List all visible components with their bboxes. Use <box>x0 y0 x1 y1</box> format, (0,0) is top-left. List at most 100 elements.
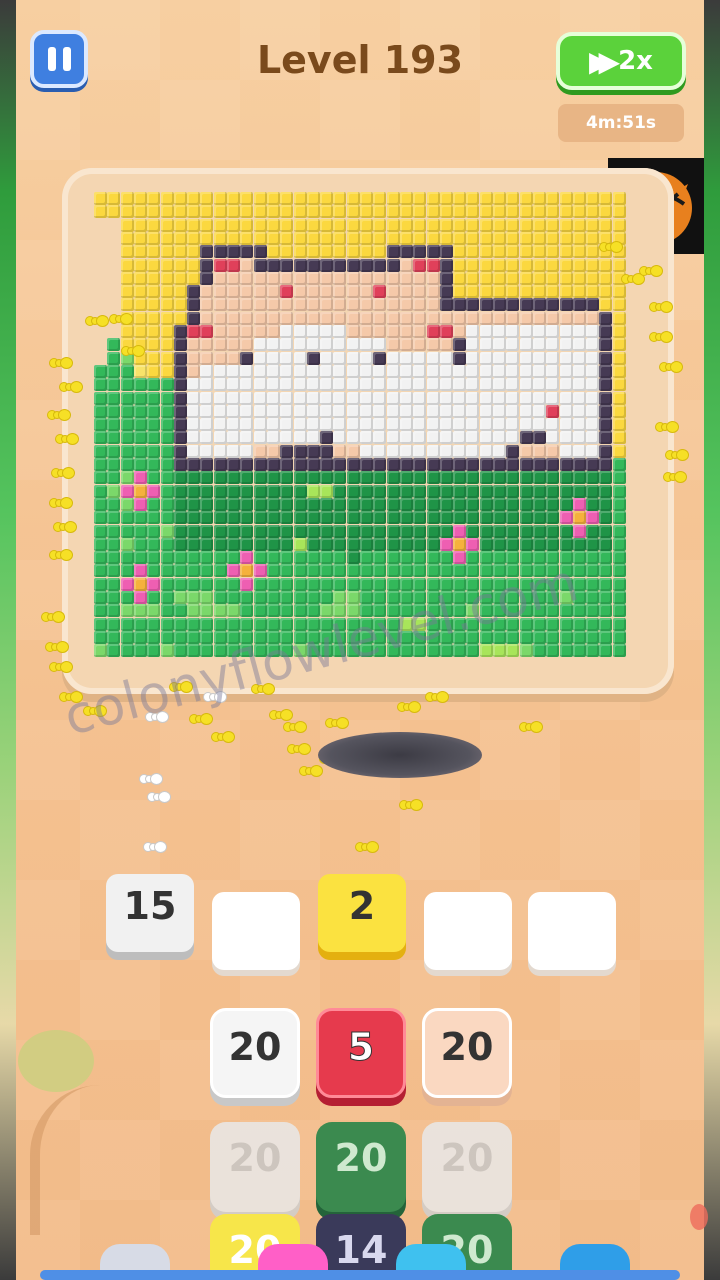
mosaic-cell <box>506 338 520 352</box>
mosaic-cell <box>213 404 227 418</box>
mosaic-cell <box>386 511 400 525</box>
mosaic-cell <box>360 471 373 485</box>
mosaic-cell <box>586 298 600 312</box>
mosaic-cell <box>306 325 320 338</box>
mosaic-cell <box>107 364 121 378</box>
mosaic-cell <box>94 458 107 471</box>
mosaic-cell <box>466 378 480 392</box>
mosaic-cell <box>227 511 240 525</box>
mosaic-cell <box>253 192 267 205</box>
mosaic-cell <box>612 418 626 432</box>
mosaic-cell <box>147 537 161 551</box>
mosaic-cell <box>320 311 334 325</box>
mosaic-cell <box>479 431 493 445</box>
mosaic-cell <box>187 338 201 352</box>
mosaic-cell <box>293 604 307 618</box>
mosaic-cell <box>280 325 294 338</box>
mosaic-cell <box>173 311 187 325</box>
mosaic-cell <box>493 378 506 392</box>
ant-yellow <box>86 314 108 328</box>
mosaic-cell <box>346 524 360 538</box>
mosaic-cell <box>586 338 600 352</box>
speed-2x-button[interactable]: ▶▶ 2x <box>556 32 686 90</box>
mosaic-cell <box>373 524 387 538</box>
mosaic-cell <box>612 537 626 551</box>
mosaic-cell <box>266 351 280 365</box>
mosaic-cell <box>466 511 480 525</box>
slot-4[interactable] <box>424 892 512 970</box>
mosaic-cell <box>360 298 373 312</box>
mosaic-cell <box>227 537 240 551</box>
mosaic-cell <box>280 311 294 325</box>
mosaic-cell <box>506 444 520 458</box>
mosaic-cell <box>147 524 161 538</box>
ant-stack-2[interactable]: 5 <box>316 1008 406 1098</box>
mosaic-cell <box>107 458 121 471</box>
ant-stack-1[interactable]: 20 <box>210 1008 300 1098</box>
mosaic-cell <box>187 524 201 538</box>
mosaic-cell <box>453 285 467 299</box>
ant-stack-6[interactable]: 20 <box>422 1122 512 1212</box>
mosaic-cell <box>293 391 307 405</box>
mosaic-cell <box>506 325 520 338</box>
slot-5[interactable] <box>528 892 616 970</box>
mosaic-cell <box>280 285 294 299</box>
mosaic-cell <box>280 511 294 525</box>
mosaic-cell <box>586 325 600 338</box>
mosaic-cell <box>160 325 174 338</box>
ant-stack-4[interactable]: 20 <box>210 1122 300 1212</box>
ant-stack-3[interactable]: 20 <box>422 1008 512 1098</box>
mosaic-cell <box>373 271 387 285</box>
mosaic-cell <box>293 258 307 272</box>
mosaic-cell <box>253 617 267 631</box>
mosaic-cell <box>293 444 307 458</box>
mosaic-cell <box>240 444 254 458</box>
mosaic-cell <box>280 205 294 219</box>
mosaic-cell <box>213 231 227 245</box>
ant-stack-5[interactable]: 20 <box>316 1122 406 1212</box>
mosaic-cell <box>360 231 373 245</box>
mosaic-cell <box>360 591 373 604</box>
ant-yellow <box>600 240 622 254</box>
mosaic-cell <box>266 497 280 511</box>
mosaic-cell <box>266 418 280 432</box>
mosaic-cell <box>333 458 347 471</box>
mosaic-cell <box>386 537 400 551</box>
mosaic-cell <box>240 511 254 525</box>
video-edge-right <box>704 0 720 1280</box>
mosaic-cell <box>187 364 201 378</box>
mosaic-cell <box>466 524 480 538</box>
mosaic-cell <box>200 484 214 498</box>
slot-2[interactable] <box>212 892 300 970</box>
mosaic-cell <box>399 551 413 565</box>
mosaic-cell <box>293 364 307 378</box>
mosaic-cell <box>386 245 400 259</box>
ant-yellow <box>666 448 688 462</box>
mosaic-cell <box>187 231 201 245</box>
slot-3[interactable]: 2 <box>318 874 406 952</box>
mosaic-cell <box>346 564 360 578</box>
mosaic-cell <box>160 391 174 405</box>
mosaic-cell <box>133 511 147 525</box>
mosaic-cell <box>213 311 227 325</box>
mosaic-cell <box>120 511 134 525</box>
ant-yellow <box>60 380 82 394</box>
mosaic-cell <box>306 231 320 245</box>
mosaic-cell <box>586 258 600 272</box>
mosaic-cell <box>120 471 134 485</box>
mosaic-cell <box>493 418 506 432</box>
mosaic-cell <box>546 364 560 378</box>
mosaic-cell <box>333 245 347 259</box>
mosaic-cell <box>399 471 413 485</box>
stack-count: 20 <box>228 1025 282 1069</box>
mosaic-cell <box>280 591 294 604</box>
mosaic-cell <box>506 458 520 471</box>
mosaic-cell <box>360 511 373 525</box>
mosaic-cell <box>94 551 107 565</box>
mosaic-cell <box>173 231 187 245</box>
slot-1[interactable]: 15 <box>106 874 194 952</box>
mosaic-cell <box>586 378 600 392</box>
mosaic-cell <box>266 471 280 485</box>
mosaic-cell <box>173 604 187 618</box>
mosaic-cell <box>173 338 187 352</box>
